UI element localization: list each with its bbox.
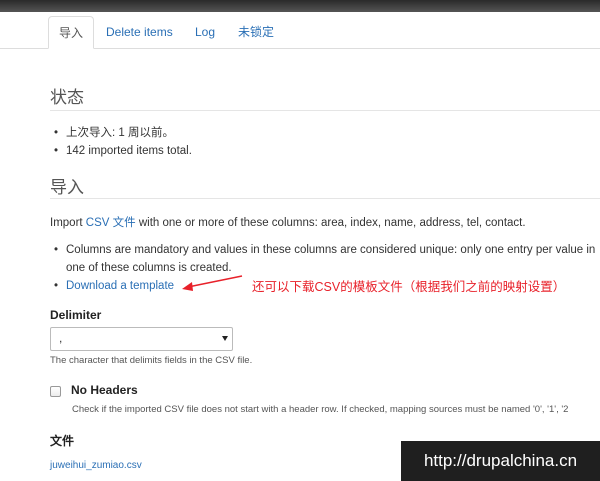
tab-delete-items[interactable]: Delete items — [96, 16, 183, 49]
import-heading: 导入 — [50, 178, 84, 197]
csv-file-link[interactable]: CSV 文件 — [86, 217, 136, 229]
delimiter-value: , — [59, 331, 63, 345]
delimiter-help: The character that delimits fields in th… — [50, 355, 253, 366]
watermark: http://drupalchina.cn — [401, 441, 600, 481]
status-total-items: 142 imported items total. — [52, 142, 192, 160]
divider — [50, 110, 600, 111]
delimiter-select[interactable]: , — [50, 327, 233, 351]
status-heading: 状态 — [50, 88, 84, 107]
no-headers-help: Check if the imported CSV file does not … — [72, 404, 569, 415]
delimiter-label: Delimiter — [50, 308, 102, 322]
tab-unlocked[interactable]: 未锁定 — [228, 16, 284, 49]
download-template-link[interactable]: Download a template — [66, 280, 174, 292]
header-bar — [0, 0, 600, 12]
annotation-arrow-icon — [182, 275, 243, 291]
file-label: 文件 — [50, 434, 75, 448]
file-link[interactable]: juweihui_zumiao.csv — [50, 460, 142, 471]
import-intro: Import CSV 文件 with one or more of these … — [50, 214, 526, 230]
no-headers-checkbox[interactable] — [50, 386, 61, 397]
divider — [50, 198, 600, 199]
chevron-down-icon — [222, 336, 228, 341]
tab-import[interactable]: 导入 — [48, 16, 95, 49]
status-last-import: 上次导入: 1 周以前。 — [52, 124, 192, 142]
unique-columns-note: Columns are mandatory and values in thes… — [52, 241, 600, 277]
annotation-text: 还可以下载CSV的模板文件（根据我们之前的映射设置） — [252, 280, 566, 294]
status-list: 上次导入: 1 周以前。 142 imported items total. — [52, 124, 192, 160]
no-headers-label[interactable]: No Headers — [71, 383, 138, 397]
intro-suffix: with one or more of these columns: area,… — [135, 217, 526, 229]
intro-prefix: Import — [50, 217, 86, 229]
tab-log[interactable]: Log — [185, 16, 225, 49]
